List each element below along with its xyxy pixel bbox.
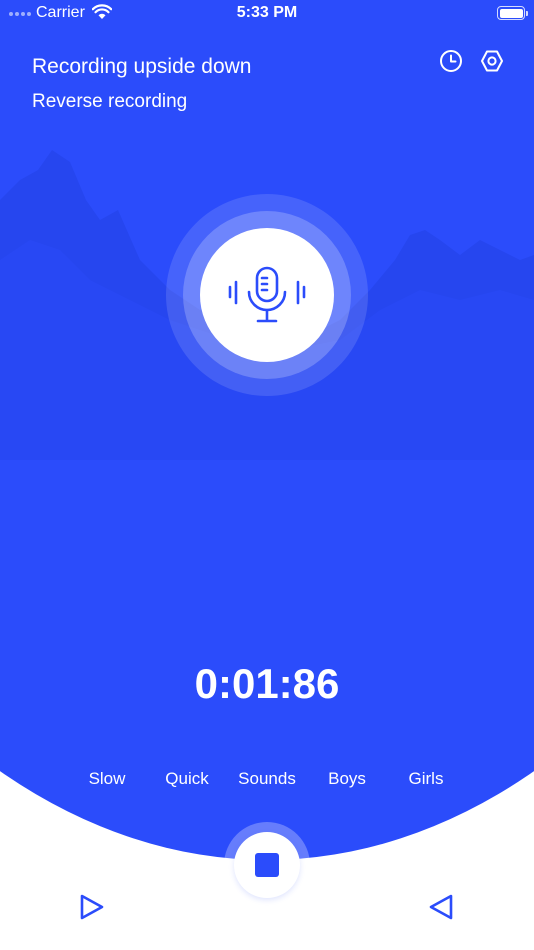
effect-slow[interactable]: Slow: [89, 769, 126, 789]
stop-icon: [255, 853, 279, 877]
settings-icon[interactable]: [479, 48, 505, 74]
battery-icon: [497, 6, 528, 20]
recording-timer: 0:01:86: [194, 660, 340, 707]
status-time: 5:33 PM: [236, 4, 298, 21]
effect-boys[interactable]: Boys: [328, 769, 366, 789]
stop-button[interactable]: [234, 832, 300, 898]
clock-icon[interactable]: [438, 48, 464, 74]
effect-sounds[interactable]: Sounds: [238, 769, 296, 789]
page-subtitle: Reverse recording: [32, 91, 188, 112]
reverse-play-icon[interactable]: [427, 892, 457, 922]
screen: Carrier 5:33 PM Recording upside down Re…: [0, 0, 534, 950]
record-mic-button[interactable]: [200, 228, 334, 362]
effect-quick[interactable]: Quick: [165, 769, 208, 789]
effect-girls[interactable]: Girls: [409, 769, 444, 789]
effect-options: Slow Quick Sounds Boys Girls: [0, 769, 534, 793]
status-bar: Carrier 5:33 PM: [0, 0, 534, 28]
microphone-icon: [228, 266, 306, 323]
play-icon[interactable]: [76, 892, 106, 922]
page-title: Recording upside down: [32, 55, 252, 78]
